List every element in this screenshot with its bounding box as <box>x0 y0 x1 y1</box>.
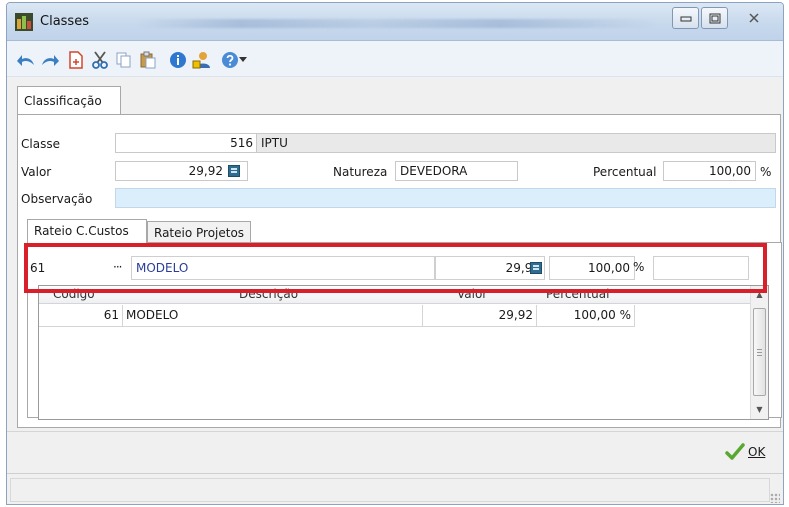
tab-classificacao[interactable]: Classificação <box>17 86 121 115</box>
app-icon <box>15 13 33 31</box>
natureza-field[interactable]: DEVEDORA <box>395 161 518 181</box>
scroll-thumb[interactable] <box>753 308 766 396</box>
paste-icon[interactable] <box>137 49 159 71</box>
header-descricao[interactable]: Descrição <box>239 286 298 304</box>
lookup-ellipsis-button[interactable]: ··· <box>113 260 123 274</box>
undo-icon[interactable] <box>15 49 37 71</box>
percentual-field[interactable]: 100,00 <box>663 161 756 181</box>
blurred-title-background <box>137 19 657 28</box>
scroll-down-icon[interactable]: ▼ <box>751 401 768 418</box>
classes-window: Classes Classificação Classe 516 IPTU Va… <box>6 2 784 505</box>
dropdown-arrow-icon[interactable] <box>237 49 249 71</box>
observacao-label: Observação <box>21 192 93 206</box>
ok-button[interactable]: OK <box>725 439 773 465</box>
grid-header: Codigo Descrição Valor Percentual <box>39 286 752 304</box>
table-row[interactable]: 61 MODELO 29,92 100,00 % <box>39 305 752 327</box>
cell-valor: 29,92 <box>423 305 537 327</box>
close-button[interactable] <box>732 7 776 29</box>
percentual-label: Percentual <box>593 165 657 179</box>
toolbar <box>7 41 783 77</box>
ok-label: OK <box>748 445 766 459</box>
scroll-grip-icon <box>757 349 762 356</box>
header-valor[interactable]: Valor <box>457 286 487 304</box>
edit-percent-sign: % <box>633 260 645 274</box>
redo-icon[interactable] <box>39 49 61 71</box>
tab-rateio-projetos[interactable]: Rateio Projetos <box>147 221 251 243</box>
minimize-button[interactable] <box>672 7 699 29</box>
calculator-icon[interactable] <box>228 165 240 177</box>
grid-vertical-scrollbar[interactable]: ▲ ▼ <box>750 286 768 419</box>
maximize-icon <box>709 13 720 23</box>
footer-separator <box>7 431 783 432</box>
cell-descricao: MODELO <box>123 305 423 327</box>
user-icon[interactable] <box>191 49 213 71</box>
cut-icon[interactable] <box>89 49 111 71</box>
new-document-icon[interactable] <box>65 49 87 71</box>
title-bar: Classes <box>7 3 783 41</box>
classe-description-field: IPTU <box>256 133 776 153</box>
scroll-up-icon[interactable]: ▲ <box>751 286 768 303</box>
edit-percentual-field[interactable]: 100,00 <box>549 256 635 280</box>
maximize-button[interactable] <box>701 7 728 29</box>
classe-label: Classe <box>21 137 60 151</box>
status-panel <box>10 478 770 502</box>
close-icon <box>749 13 759 23</box>
rateio-grid: Codigo Descrição Valor Percentual 61 MOD… <box>38 285 769 420</box>
checkmark-icon <box>725 443 745 460</box>
observacao-field[interactable] <box>115 188 776 208</box>
edit-extra-field[interactable] <box>653 256 749 280</box>
info-icon[interactable] <box>167 49 189 71</box>
minimize-icon <box>680 16 691 22</box>
natureza-label: Natureza <box>333 165 388 179</box>
cell-percentual: 100,00 % <box>537 305 635 327</box>
tab-rateio-custos[interactable]: Rateio C.Custos <box>27 219 147 243</box>
percent-sign: % <box>760 165 772 179</box>
edit-valor-field[interactable]: 29,92 <box>435 256 545 280</box>
valor-label: Valor <box>21 165 52 179</box>
edit-calculator-icon[interactable] <box>530 262 542 274</box>
resize-grip-icon[interactable] <box>770 493 780 503</box>
header-codigo[interactable]: Codigo <box>53 286 95 304</box>
copy-icon[interactable] <box>113 49 135 71</box>
status-bar <box>7 473 783 504</box>
cell-codigo: 61 <box>39 305 123 327</box>
window-title: Classes <box>40 14 89 29</box>
classe-code-field[interactable]: 516 <box>115 133 258 153</box>
edit-codigo-field[interactable]: 61 <box>25 256 105 280</box>
rateio-edit-row: 61 ··· MODELO 29,92 100,00 % <box>25 254 753 282</box>
edit-descricao-field[interactable]: MODELO <box>131 256 435 280</box>
header-percentual[interactable]: Percentual <box>546 286 609 304</box>
